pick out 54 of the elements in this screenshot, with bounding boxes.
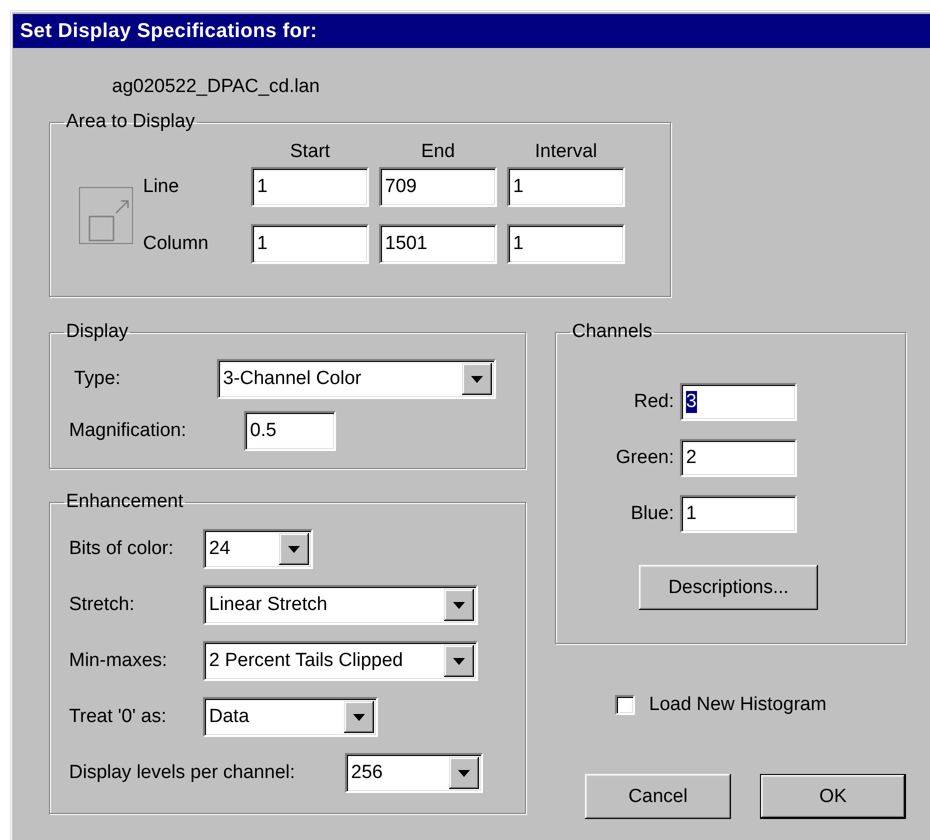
group-title: Area to Display — [65, 111, 196, 133]
group-title: Channels — [571, 321, 654, 343]
field-label: Type: — [73, 368, 122, 390]
dropdown-button[interactable] — [462, 363, 492, 395]
column-header: End — [420, 141, 456, 163]
input-field[interactable]: 1 — [507, 167, 625, 207]
input-field[interactable]: 0.5 — [244, 411, 336, 451]
dropdown[interactable]: 3-Channel Color — [217, 359, 496, 399]
input-field[interactable]: 1501 — [379, 224, 497, 264]
input-field[interactable]: 1 — [251, 167, 369, 207]
caret-icon — [288, 546, 300, 552]
field-label: Blue: — [630, 503, 674, 525]
checkbox[interactable] — [615, 695, 635, 715]
field-label: Stretch: — [69, 594, 136, 616]
field-label: Magnification: — [69, 420, 188, 442]
row-label: Column — [143, 233, 210, 255]
dropdown-button[interactable] — [444, 645, 474, 677]
input-field[interactable]: 709 — [379, 167, 497, 207]
caret-icon — [453, 658, 465, 664]
field-label: Bits of color: — [69, 538, 175, 560]
input-field[interactable]: 3 — [680, 383, 797, 421]
group-title: Enhancement — [65, 491, 184, 513]
input-field[interactable]: 1 — [251, 224, 369, 264]
dropdown[interactable]: Data — [203, 697, 378, 737]
caret-icon — [453, 602, 465, 608]
checkbox-label: Load New Histogram — [649, 694, 826, 716]
column-header: Start — [288, 141, 332, 163]
descriptions-button[interactable]: Descriptions... — [639, 565, 818, 610]
dropdown[interactable]: 2 Percent Tails Clipped — [203, 641, 478, 681]
cancel-button[interactable]: Cancel — [585, 774, 731, 819]
dropdown-button[interactable] — [449, 757, 479, 789]
dropdown-button[interactable] — [444, 589, 474, 621]
input-field[interactable]: 2 — [680, 439, 797, 477]
input-field[interactable]: 1 — [507, 224, 625, 264]
dropdown[interactable]: Linear Stretch — [203, 585, 478, 625]
input-field[interactable]: 1 — [680, 495, 797, 533]
dropdown-button[interactable] — [279, 533, 309, 565]
window-title: Set Display Specifications for: — [13, 14, 930, 48]
file-name: ag020522_DPAC_cd.lan — [112, 75, 321, 99]
caret-icon — [353, 714, 365, 720]
row-label: Line — [143, 176, 180, 198]
caret-icon — [471, 376, 483, 382]
caret-icon — [458, 770, 470, 776]
field-label: Green: — [614, 447, 674, 469]
field-label: Display levels per channel: — [69, 762, 296, 784]
field-label: Red: — [632, 391, 674, 413]
dropdown-button[interactable] — [344, 701, 374, 733]
field-label: Min-maxes: — [69, 650, 168, 672]
group-title: Display — [65, 321, 130, 343]
field-label: Treat '0' as: — [69, 706, 168, 728]
column-header: Interval — [534, 141, 598, 163]
dropdown[interactable]: 24 — [203, 529, 313, 569]
dropdown[interactable]: 256 — [345, 753, 483, 793]
ok-button[interactable]: OK — [760, 774, 906, 819]
